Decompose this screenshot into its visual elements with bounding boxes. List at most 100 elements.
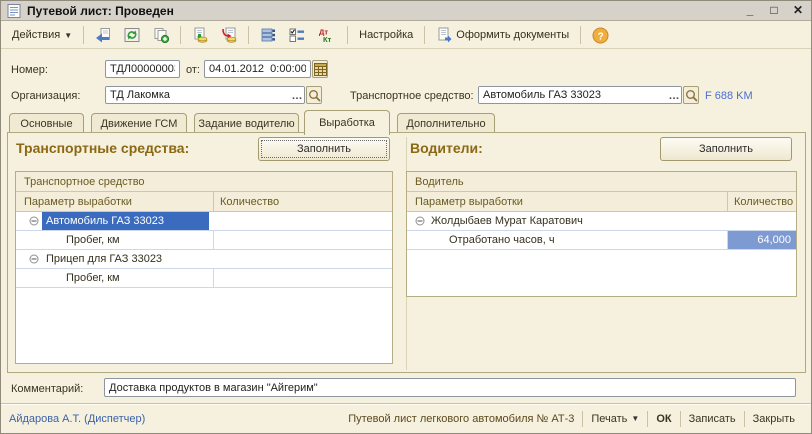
column-header[interactable]: Параметр выработки [16,192,214,211]
search-icon [685,89,698,102]
waybill-window: Путевой лист: Проведен _ □ ✕ Действия▼ Д… [0,0,812,434]
svg-text:?: ? [598,31,604,42]
make-documents-button[interactable]: Оформить документы [431,24,574,46]
column-header[interactable]: Параметр выработки [407,192,728,211]
toolbar-separator [347,26,348,44]
actions-button[interactable]: Действия▼ [7,24,77,46]
comment-input[interactable] [104,378,796,397]
unpost-icon [221,27,237,43]
help-button[interactable]: ? [587,24,614,46]
table-row[interactable]: Отработано часов, ч 64,000 [407,231,796,250]
post-icon [192,27,208,43]
reread-icon [95,27,111,43]
statusbar: Айдарова А.Т. (Диспетчер) Путевой лист л… [1,403,811,433]
table-row[interactable]: Пробег, км [16,231,392,250]
toolbar-separator [180,26,181,44]
structure-icon [260,27,276,43]
titlebar: Путевой лист: Проведен _ □ ✕ [1,1,811,21]
tab-zadanie-voditelyu[interactable]: Задание водителю [194,113,299,134]
posting-flags-icon [289,27,305,43]
tab-vyrabotka[interactable]: Выработка [304,110,390,135]
collapse-icon[interactable] [415,216,425,229]
post-button[interactable] [187,24,213,46]
chevron-down-icon: ▼ [64,31,72,40]
column-header[interactable]: Количество [728,192,796,211]
toolbar-separator [248,26,249,44]
search-icon [308,89,321,102]
reread-button[interactable] [90,24,116,46]
tab-dopolnitelno[interactable]: Дополнительно [397,113,495,134]
vehicles-fill-button[interactable]: Заполнить [258,137,390,161]
calendar-icon [314,63,327,76]
unpost-button[interactable] [216,24,242,46]
vehicle-search-button[interactable] [683,86,699,104]
qty-cell-selected[interactable]: 64,000 [728,231,796,249]
svg-text:Кт: Кт [323,35,332,43]
maximize-icon[interactable]: □ [767,4,781,18]
collapse-icon[interactable] [29,254,39,267]
number-label: Номер: [11,64,48,76]
dt-kt-button[interactable]: ДтКт [313,24,341,46]
help-icon: ? [592,27,609,44]
vehicle-input[interactable] [479,87,667,103]
vehicle-label: Транспортное средство: [350,90,474,102]
date-input[interactable] [204,60,311,78]
toolbar-separator [424,26,425,44]
number-input[interactable] [105,60,180,78]
drivers-table-caption: Водитель [407,172,796,192]
organization-search-button[interactable] [306,86,322,104]
vehicles-table-header: Параметр выработки Количество [16,192,392,212]
drivers-fill-button[interactable]: Заполнить [660,137,792,161]
qty-cell[interactable] [214,269,392,287]
comment-label: Комментарий: [11,383,83,395]
collapse-icon[interactable] [29,216,39,229]
drivers-table-header: Параметр выработки Количество [407,192,796,212]
chevron-down-icon: ▼ [631,414,639,423]
table-row[interactable]: Пробег, км [16,269,392,288]
vehicle-field: … [478,86,682,104]
posting-flags-button[interactable] [284,24,310,46]
vehicles-heading: Транспортные средства: [16,140,189,156]
param-cell[interactable]: Отработано часов, ч [407,231,728,249]
vehicles-table[interactable]: Транспортное средство Параметр выработки… [15,171,393,364]
table-row[interactable]: Автомобиль ГАЗ 33023 [16,212,392,231]
table-row[interactable]: Жолдыбаев Мурат Каратович [407,212,796,231]
close-icon[interactable]: ✕ [791,4,805,18]
refresh-button[interactable] [119,24,145,46]
organization-field: … [105,86,305,104]
param-cell[interactable]: Пробег, км [16,269,214,287]
organization-label: Организация: [11,90,80,102]
ellipsis-button[interactable]: … [667,87,681,103]
settings-button[interactable]: Настройка [354,24,418,46]
print-button[interactable]: Печать▼ [583,413,647,425]
structure-button[interactable] [255,24,281,46]
save-button[interactable]: Записать [681,413,744,425]
drivers-heading: Водители: [410,140,483,156]
ellipsis-button[interactable]: … [290,87,304,103]
param-cell[interactable]: Пробег, км [16,231,214,249]
group-row-label: Жолдыбаев Мурат Каратович [431,215,583,227]
organization-input[interactable] [106,87,290,103]
tab-dvizhenie-gsm[interactable]: Движение ГСМ [91,113,187,134]
minimize-icon[interactable]: _ [743,4,757,18]
ok-button[interactable]: ОК [648,413,679,425]
close-button[interactable]: Закрыть [745,413,803,425]
vehicles-table-caption: Транспортное средство [16,172,392,192]
tab-osnovnye[interactable]: Основные [9,113,84,134]
license-plate-text: F 688 KM [705,90,753,102]
drivers-table[interactable]: Водитель Параметр выработки Количество Ж… [406,171,797,297]
calendar-button[interactable] [312,60,328,78]
user-link[interactable]: Айдарова А.Т. (Диспетчер) [9,413,145,425]
document-type-text: Путевой лист легкового автомобиля № АТ-3 [348,413,574,425]
tab-content-vyrabotka: Транспортные средства: Заполнить Транспо… [7,132,806,373]
group-row-label: Автомобиль ГАЗ 33023 [46,215,164,227]
column-header[interactable]: Количество [214,192,392,211]
qty-cell[interactable] [214,231,392,249]
table-row[interactable]: Прицеп для ГАЗ 33023 [16,250,392,269]
date-label: от: [186,64,200,76]
copy-add-icon [153,27,169,43]
copy-button[interactable] [148,24,174,46]
document-icon [7,4,21,18]
make-docs-icon [436,27,452,43]
window-title: Путевой лист: Проведен [27,4,174,18]
